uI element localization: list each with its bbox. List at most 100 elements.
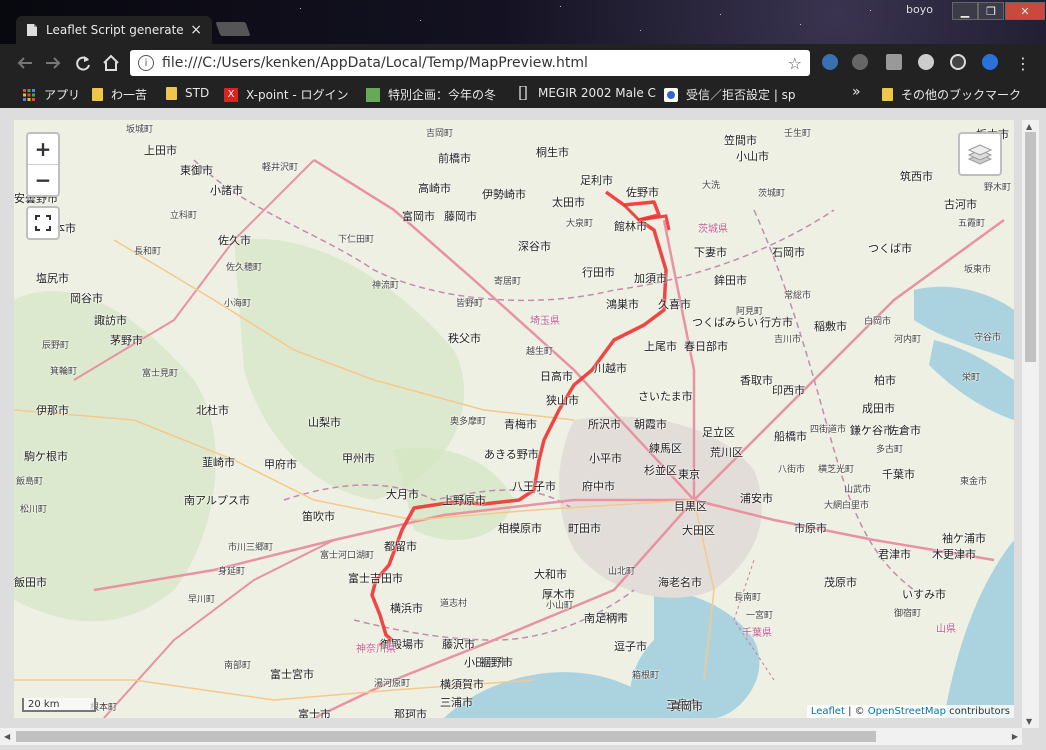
scroll-up-icon[interactable]: ▲ [1026, 122, 1032, 131]
attribution-separator: | © [844, 706, 868, 717]
horizontal-scroll-thumb[interactable] [16, 731, 876, 742]
city-label: 青梅市 [504, 418, 537, 431]
city-label: 久喜市 [658, 298, 691, 311]
city-label: 太田市 [552, 196, 585, 209]
folder-icon [166, 86, 177, 100]
scroll-left-icon[interactable]: ◀ [4, 732, 10, 741]
bookmark-folder-wa[interactable]: わ一苦 [92, 86, 147, 103]
extension-square-icon[interactable] [886, 54, 902, 70]
extension-cube-icon[interactable] [982, 54, 998, 70]
extension-circle-icon[interactable] [852, 54, 868, 70]
osm-link[interactable]: OpenStreetMap [868, 706, 946, 717]
city-label: 桐生市 [536, 146, 569, 159]
forward-button[interactable] [42, 52, 64, 74]
city-label: 東京 [678, 468, 700, 481]
reload-button[interactable] [72, 52, 94, 74]
watch-icon [516, 86, 530, 100]
address-bar[interactable]: i file:///C:/Users/kenken/AppData/Local/… [130, 50, 810, 76]
zoom-in-button[interactable]: + [28, 134, 58, 165]
city-label: 富士宮市 [270, 668, 314, 681]
bookmark-apps[interactable]: アプリ [22, 86, 80, 103]
zoom-out-button[interactable]: − [28, 165, 58, 195]
city-label: 皆野町 [456, 299, 484, 309]
close-window-button[interactable]: ✕ [1005, 2, 1045, 20]
city-label: 飯島町 [16, 477, 44, 487]
city-label: 所沢市 [588, 418, 621, 431]
minimize-button[interactable]: ▁ [952, 2, 978, 20]
prefecture-label: 茨城県 [698, 224, 728, 235]
maximize-button[interactable]: ❐ [978, 2, 1004, 20]
horizontal-scrollbar[interactable]: ◀ ▶ [0, 728, 1022, 745]
city-label: 上田市 [144, 144, 177, 157]
extension-record-icon[interactable] [918, 54, 934, 70]
page-content: 坂城町 上田市 東御市 軽井沢町 小諸市 立科町 安曇野市 本市 佐久市 長和町 佐久穂町 塩尻市 岡谷… [0, 108, 1046, 750]
fullscreen-icon [35, 215, 51, 231]
layers-icon [967, 144, 993, 165]
info-icon[interactable]: i [138, 55, 154, 71]
city-label: 大和市 [534, 568, 567, 581]
bookmark-label: わ一苦 [111, 88, 148, 102]
site-icon [664, 87, 678, 102]
bookmark-mail[interactable]: 受信／拒否設定 | sp [664, 86, 796, 103]
browser-titlebar: Leaflet Script generate × boyo ▁ ❐ ✕ [0, 0, 1046, 44]
city-label: 小海町 [224, 299, 252, 309]
vertical-scrollbar[interactable]: ▲ ▼ [1022, 120, 1039, 728]
folder-icon [92, 88, 103, 101]
tab-close-icon[interactable]: × [190, 22, 202, 38]
city-label: 鴻巣市 [606, 298, 639, 311]
menu-kebab-icon[interactable]: ⋮ [1012, 52, 1034, 74]
zoom-control: + − [26, 132, 60, 197]
fullscreen-button[interactable] [26, 206, 60, 240]
city-label: 河内町 [894, 335, 922, 345]
city-label: 上尾市 [644, 340, 677, 353]
bookmark-label: X-point - ログイン [246, 88, 349, 102]
bookmark-star-icon[interactable]: ☆ [788, 54, 802, 73]
city-label: 佐久市 [218, 234, 251, 247]
city-label: 大洗 [702, 181, 721, 191]
bookmarks-overflow-button[interactable]: » [852, 84, 861, 100]
city-label: 石岡市 [772, 246, 805, 259]
background-star [800, 24, 801, 25]
attribution-suffix: contributors [946, 706, 1010, 717]
city-label: 寄居町 [494, 277, 522, 287]
city-label: 逗子市 [614, 640, 647, 653]
url-text[interactable]: file:///C:/Users/kenken/AppData/Local/Te… [162, 55, 588, 71]
scroll-right-icon[interactable]: ▶ [1012, 732, 1018, 741]
layers-control[interactable] [958, 132, 1002, 176]
city-label: 相模原市 [498, 522, 542, 535]
back-button[interactable] [14, 52, 36, 74]
city-label: 長和町 [134, 247, 162, 257]
city-label: 伊那市 [36, 404, 69, 417]
browser-tab[interactable]: Leaflet Script generate × [16, 16, 212, 44]
prefecture-label: 埼玉県 [530, 316, 560, 327]
city-label: 富岡市 [402, 210, 435, 223]
leaflet-link[interactable]: Leaflet [811, 706, 845, 717]
city-label: 甲州市 [342, 452, 375, 465]
city-label: 三浦市 [440, 696, 473, 709]
extension-e-icon[interactable] [822, 54, 838, 70]
home-button[interactable] [100, 52, 122, 74]
vertical-scroll-thumb[interactable] [1025, 132, 1036, 362]
bookmark-folder-std[interactable]: STD [166, 86, 209, 100]
city-label: 東御市 [180, 164, 213, 177]
city-label: 飯田市 [14, 576, 47, 589]
bookmark-special[interactable]: 特別企画：今年の冬 [366, 86, 496, 103]
city-label: 甲府市 [264, 458, 297, 471]
leaflet-map[interactable]: 坂城町 上田市 東御市 軽井沢町 小諸市 立科町 安曇野市 本市 佐久市 長和町 佐久穂町 塩尻市 岡谷… [14, 120, 1014, 718]
city-label: 白岡市 [864, 317, 892, 327]
bookmark-xpoint[interactable]: X X-point - ログイン [224, 86, 349, 103]
other-bookmarks[interactable]: その他のブックマーク [882, 86, 1021, 103]
bookmark-megir[interactable]: MEGIR 2002 Male C [516, 86, 656, 100]
scroll-down-icon[interactable]: ▼ [1026, 717, 1032, 726]
new-tab-button[interactable] [215, 22, 251, 36]
city-label: いすみ市 [902, 588, 946, 601]
city-label: 八街市 [778, 465, 806, 475]
city-label: 佐倉市 [888, 424, 921, 437]
city-label: 足利市 [580, 174, 613, 187]
city-label: 四街道市 [810, 425, 847, 435]
city-label: 壬生町 [784, 129, 812, 139]
city-label: 箱根町 [632, 671, 660, 681]
city-label: 坂城町 [126, 125, 154, 135]
background-star [420, 20, 421, 21]
extension-gauge-icon[interactable] [950, 54, 966, 70]
